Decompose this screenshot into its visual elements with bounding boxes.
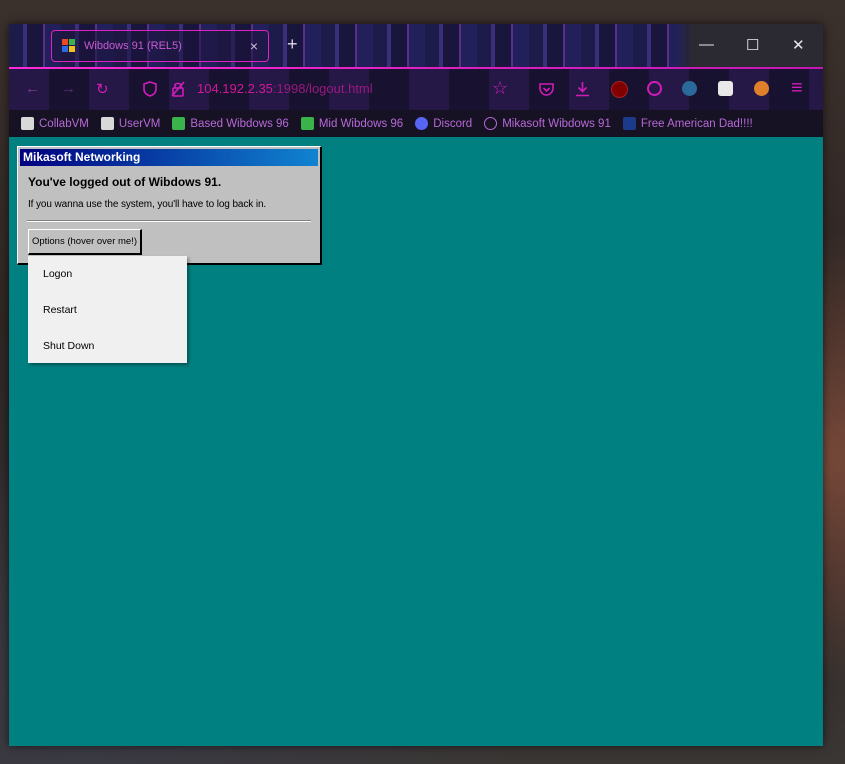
windows-logo-icon: [62, 39, 76, 53]
maximize-icon[interactable]: ☐: [746, 36, 759, 54]
bookmark-mikasoft-wibdows-91[interactable]: Mikasoft Wibdows 91: [484, 117, 611, 130]
options-button[interactable]: Options (hover over me!): [28, 229, 142, 255]
browser-window: Wibdows 91 (REL5) × + — ☐ ✕ ← → ↻ 104.19…: [9, 24, 823, 746]
download-icon[interactable]: [575, 81, 590, 97]
bookmark-uservm[interactable]: UserVM: [100, 117, 160, 130]
forward-icon[interactable]: →: [61, 80, 76, 97]
menu-item-logon[interactable]: Logon: [28, 256, 187, 292]
windows-logo-icon: [300, 117, 314, 130]
ublock-icon[interactable]: [611, 81, 628, 98]
dialog-message: If you wanna use the system, you'll have…: [28, 199, 267, 210]
navigation-bar: ← → ↻ 104.192.2.35:1998/logout.html ☆ ≡: [9, 69, 823, 110]
s-extension-icon[interactable]: [718, 81, 733, 96]
bookmark-mid-wibdows-96[interactable]: Mid Wibdows 96: [300, 117, 403, 130]
computer-icon: [21, 117, 34, 130]
bookmark-star-icon[interactable]: ☆: [492, 78, 508, 99]
tab-title: Wibdows 91 (REL5): [84, 40, 182, 52]
address-bar[interactable]: 104.192.2.35:1998/logout.html: [197, 81, 373, 96]
shield-icon[interactable]: [143, 81, 157, 97]
tab-close-icon[interactable]: ×: [250, 38, 258, 54]
insecure-lock-icon[interactable]: [171, 81, 185, 97]
windows-logo-icon: [172, 117, 186, 130]
menu-item-shut-down[interactable]: Shut Down: [28, 328, 187, 364]
back-icon[interactable]: ←: [25, 80, 40, 97]
logout-dialog: Mikasoft Networking You've logged out of…: [17, 146, 322, 265]
pocket-icon[interactable]: [539, 82, 554, 96]
computer-icon: [100, 117, 114, 130]
menu-item-restart[interactable]: Restart: [28, 292, 187, 328]
page-content: Mikasoft Networking You've logged out of…: [9, 137, 823, 746]
disney-icon: [622, 117, 636, 130]
bookmark-collabvm[interactable]: CollabVM: [21, 117, 89, 130]
bookmark-based-wibdows-96[interactable]: Based Wibdows 96: [172, 117, 289, 130]
globe-icon: [484, 117, 498, 130]
url-host: 104.192.2.35: [197, 81, 273, 96]
media-play-icon[interactable]: [647, 81, 662, 96]
tab-wibdows-91[interactable]: Wibdows 91 (REL5) ×: [51, 30, 269, 62]
minimize-icon[interactable]: —: [699, 36, 714, 53]
close-window-icon[interactable]: ✕: [792, 36, 805, 54]
monkey-extension-icon[interactable]: [754, 81, 769, 96]
dialog-title: Mikasoft Networking: [20, 149, 318, 166]
new-tab-icon[interactable]: +: [287, 34, 298, 55]
hamburger-menu-icon[interactable]: ≡: [791, 77, 803, 100]
discord-icon: [415, 117, 429, 130]
dialog-divider: [27, 220, 311, 222]
dialog-heading: You've logged out of Wibdows 91.: [28, 175, 222, 189]
options-menu: Logon Restart Shut Down: [28, 256, 187, 363]
bookmark-discord[interactable]: Discord: [415, 117, 472, 130]
bookmarks-bar: CollabVM UserVM Based Wibdows 96 Mid Wib…: [9, 110, 823, 137]
url-path: :1998/logout.html: [272, 81, 373, 96]
bookmark-free-american-dad[interactable]: Free American Dad!!!!: [622, 117, 753, 130]
ghostery-icon[interactable]: [682, 81, 697, 96]
reload-icon[interactable]: ↻: [96, 80, 109, 98]
tab-strip: Wibdows 91 (REL5) × + — ☐ ✕: [9, 24, 823, 69]
